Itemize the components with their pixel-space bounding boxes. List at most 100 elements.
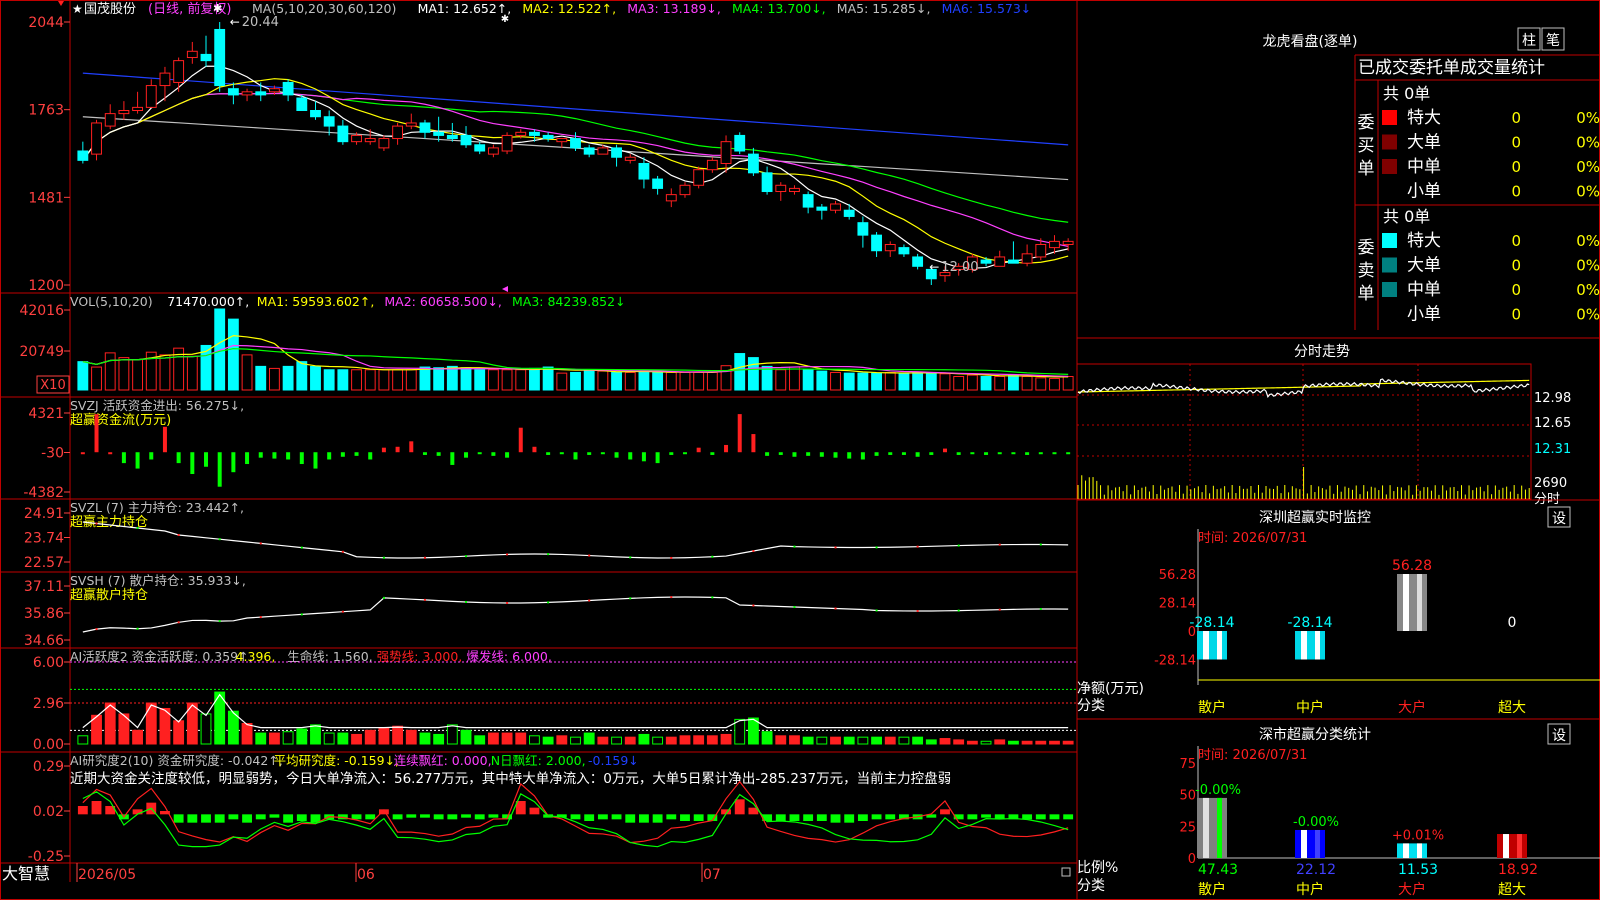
monitor-category: 散户 <box>1198 699 1226 716</box>
activity-bar <box>802 736 814 745</box>
volume-bar <box>953 376 965 391</box>
research-bar <box>885 814 896 820</box>
activity-bar <box>337 732 349 745</box>
order-percent: 0% <box>1576 281 1600 299</box>
research-bar <box>420 814 430 818</box>
line-dot <box>957 609 960 612</box>
activity-bar <box>501 732 513 745</box>
candle-body <box>1049 240 1060 249</box>
legend-item: MA5: 15.285↓, <box>837 1 931 16</box>
volume-bar <box>310 365 321 391</box>
y-tick-label: 24.91 <box>24 506 64 522</box>
fund-flow-bar <box>409 441 414 453</box>
volume-bar <box>1062 376 1074 391</box>
legend-item: N日飘红: 2.000, <box>491 753 586 768</box>
research-bar <box>844 814 855 823</box>
research-bar <box>187 814 198 823</box>
line-dot <box>998 608 1001 611</box>
monitor-bar <box>1295 631 1325 660</box>
volume-bar <box>679 371 691 391</box>
line-dot <box>588 599 591 602</box>
fund-flow-bar <box>258 452 263 458</box>
y-tick-label: 35.86 <box>24 606 64 622</box>
activity-bar <box>624 736 636 745</box>
activity-bar <box>1062 740 1074 745</box>
volume-bar <box>77 361 89 391</box>
fund-flow-bar <box>942 448 947 453</box>
classify-bar-highlight <box>1517 834 1522 858</box>
volume-bar <box>91 366 102 391</box>
activity-bar <box>665 736 677 745</box>
research-bar <box>91 801 102 815</box>
y-tick-label: 42016 <box>19 303 64 319</box>
kline-chart-area[interactable]: 2044 1763 1481 1200 MA(5,10,20,30,60,120) MA1… <box>0 0 1600 900</box>
research-bar <box>666 814 677 820</box>
legend-item: MA3: 84239.852↓ <box>512 294 626 309</box>
cursor-marker <box>502 286 508 292</box>
volume-bar <box>1049 378 1060 391</box>
volume-bar <box>132 359 144 391</box>
research-bar <box>242 814 252 823</box>
candle-body <box>638 162 650 180</box>
candle-body <box>1035 243 1047 258</box>
fund-flow-bar <box>819 452 824 457</box>
legend-item: MA(5,10,20,30,60,120) <box>252 1 396 16</box>
y-tick-label: 22.57 <box>24 555 64 571</box>
line-dot <box>341 550 344 553</box>
low-value: 12.00 <box>941 260 978 275</box>
activity-bar <box>994 739 1006 745</box>
fund-flow-bar <box>94 414 99 453</box>
candle-body <box>282 81 294 96</box>
line-dot <box>547 553 550 556</box>
candle-body <box>323 116 335 127</box>
research-bar <box>680 814 690 821</box>
candle-body <box>734 134 746 152</box>
volume-bar <box>980 376 992 391</box>
legend-item: 71470.000↑, <box>167 294 249 309</box>
volume-bar <box>624 371 636 391</box>
activity-bar <box>515 732 527 745</box>
activity-bar <box>200 713 212 745</box>
activity-bar <box>597 736 609 745</box>
volume-bar <box>652 371 664 391</box>
classify-change: -0.00% <box>1195 783 1241 798</box>
activity-bar <box>898 736 910 745</box>
fund-flow-bar <box>217 452 222 487</box>
candle-body <box>775 184 787 193</box>
marker-icon: ✱ <box>501 14 509 25</box>
line-dot <box>629 597 632 600</box>
y-tick-label: 1200 <box>28 278 64 294</box>
candle-body <box>227 88 239 96</box>
monitor-bar <box>1397 574 1427 631</box>
longhu-button-label: 笔 <box>1546 33 1560 49</box>
candle-body <box>542 134 554 140</box>
line-dot <box>300 546 303 549</box>
volume-bar <box>611 371 622 391</box>
y-tick-label: 4321 <box>28 406 64 422</box>
monitor-category: 中户 <box>1296 699 1324 716</box>
line-dot <box>259 542 262 545</box>
fund-flow-bar <box>491 452 496 456</box>
intraday-vol-tick: 2690 <box>1534 476 1567 491</box>
order-type-label: 小单 <box>1407 305 1441 325</box>
activity-bar <box>433 733 445 745</box>
fund-flow-bar <box>806 452 811 456</box>
candle-body <box>830 203 841 211</box>
activity-bar <box>679 735 691 745</box>
volume-bar <box>939 373 951 391</box>
fund-flow-bar <box>231 452 236 473</box>
order-count: 0 <box>1511 281 1521 299</box>
monitor-bar-label: -28.14 <box>1287 615 1332 631</box>
order-color-swatch <box>1382 110 1397 125</box>
fund-flow-bar <box>354 452 359 456</box>
activity-bar <box>104 702 116 745</box>
y-tick-label: 2.96 <box>33 696 64 712</box>
fund-flow-bar <box>792 452 797 457</box>
research-bar <box>77 806 88 815</box>
research-bar <box>433 814 444 820</box>
classify-bar-highlight <box>1417 843 1422 858</box>
volume-bar <box>460 367 472 391</box>
research-bar <box>789 814 800 821</box>
classify-value: 18.92 <box>1498 862 1538 878</box>
fund-flow-bar <box>1052 452 1057 455</box>
